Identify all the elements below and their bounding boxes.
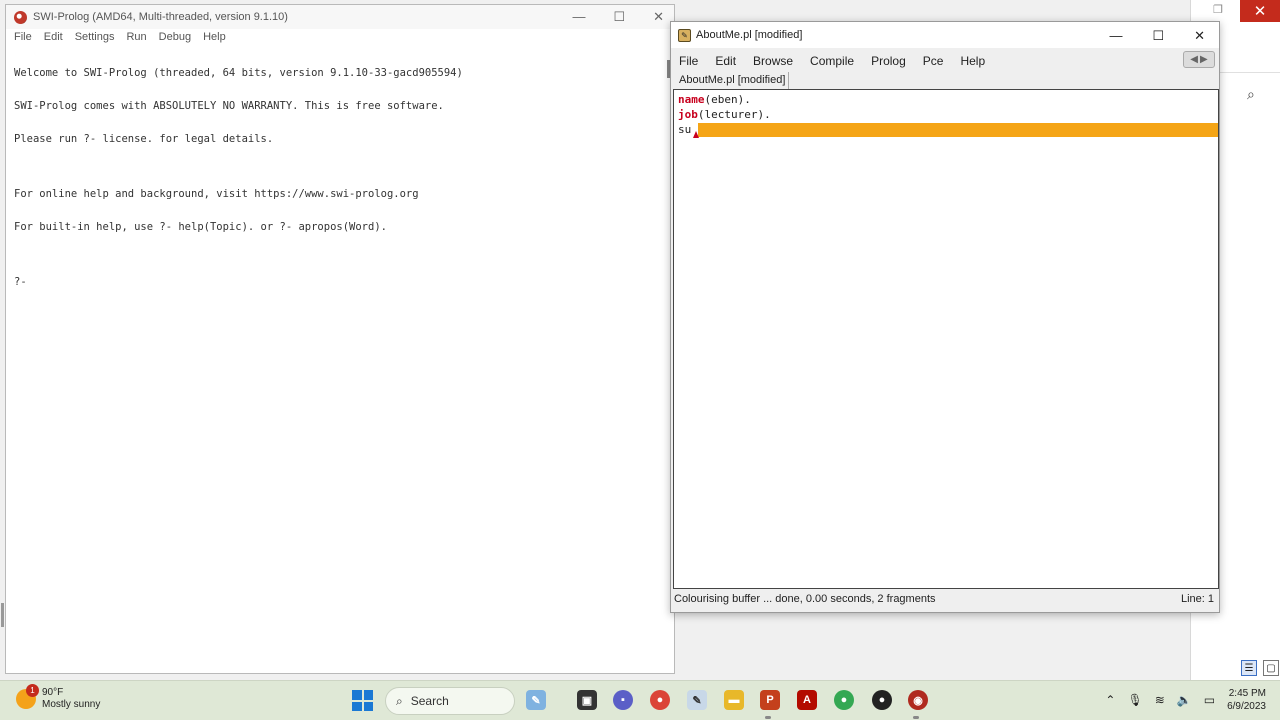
task-view-icon[interactable]: ▣ bbox=[577, 690, 597, 710]
acrobat-icon[interactable]: A bbox=[797, 690, 817, 710]
wifi-icon[interactable]: ≋ bbox=[1155, 693, 1165, 707]
chrome-profile-icon[interactable]: ● bbox=[834, 690, 854, 710]
swi-prolog-taskbar-icon[interactable]: ◉ bbox=[908, 690, 928, 710]
resize-handle[interactable] bbox=[1, 603, 4, 627]
editor-window-controls: — ☐ ✕ bbox=[1109, 28, 1205, 44]
line-indicator: Line: 1 bbox=[1180, 593, 1214, 605]
clock-date: 6/9/2023 bbox=[1227, 701, 1266, 712]
powerpoint-icon[interactable]: P bbox=[760, 690, 780, 710]
menu-file[interactable]: File bbox=[679, 54, 698, 68]
prolog-console-window: SWI-Prolog (AMD64, Multi-threaded, versi… bbox=[1, 4, 675, 674]
menu-run[interactable]: Run bbox=[126, 31, 146, 43]
menu-debug[interactable]: Debug bbox=[159, 31, 191, 43]
back-arrow-icon[interactable]: ◀ bbox=[1190, 54, 1198, 65]
close-icon[interactable]: ✕ bbox=[653, 9, 664, 25]
taskbar: 1 90°F Mostly sunny ⌕ Search ✎ ▣ ▪ ● ✎ ▬… bbox=[0, 680, 1280, 720]
menu-file[interactable]: File bbox=[14, 31, 32, 43]
weather-temp: 90°F bbox=[42, 687, 64, 698]
battery-icon[interactable]: ▭ bbox=[1204, 693, 1215, 707]
console-menubar: File Edit Settings Run Debug Help bbox=[6, 29, 674, 45]
menu-compile[interactable]: Compile bbox=[810, 54, 854, 68]
menu-help[interactable]: Help bbox=[960, 54, 985, 68]
menu-settings[interactable]: Settings bbox=[75, 31, 115, 43]
weather-widget[interactable]: 1 90°F Mostly sunny bbox=[16, 684, 101, 711]
console-title: SWI-Prolog (AMD64, Multi-threaded, versi… bbox=[33, 11, 288, 23]
details-view-icon[interactable]: ☰ bbox=[1241, 660, 1257, 676]
console-line: Please run ?- license. for legal details… bbox=[14, 133, 274, 145]
maximize-icon[interactable]: ☐ bbox=[1152, 28, 1164, 44]
sun-icon: 1 bbox=[16, 684, 39, 709]
pce-editor-icon: ✎ bbox=[678, 28, 691, 42]
code-line-current: su bbox=[678, 122, 1218, 138]
chrome-icon[interactable]: ● bbox=[650, 690, 670, 710]
code-editor[interactable]: name(eben). job(lecturer). su bbox=[673, 89, 1219, 589]
menu-edit[interactable]: Edit bbox=[715, 54, 736, 68]
code-line: job(lecturer). bbox=[678, 107, 1214, 122]
weather-desc: Mostly sunny bbox=[42, 699, 101, 710]
code-rest: (lecturer). bbox=[697, 108, 771, 121]
folder-icon[interactable]: ▬ bbox=[724, 690, 744, 710]
editor-menubar: File Edit Browse Compile Prolog Pce Help bbox=[671, 50, 1219, 72]
console-window-controls: — ☐ ✕ bbox=[572, 9, 664, 25]
code-rest: (eben). bbox=[704, 93, 751, 106]
search-label: Search bbox=[410, 694, 449, 708]
close-icon[interactable]: ✕ bbox=[1194, 28, 1205, 44]
windows-start-icon[interactable] bbox=[352, 690, 373, 711]
menu-pce[interactable]: Pce bbox=[923, 54, 944, 68]
chevron-up-icon[interactable]: ⌃ bbox=[1105, 693, 1115, 707]
volume-icon[interactable]: 🔈 bbox=[1177, 693, 1192, 707]
console-prompt[interactable]: ?- bbox=[14, 277, 666, 288]
menu-edit[interactable]: Edit bbox=[44, 31, 63, 43]
microphone-icon[interactable]: 🎙 bbox=[1127, 693, 1142, 707]
status-bar: Colourising buffer ... done, 0.00 second… bbox=[674, 593, 1214, 605]
syntax-error-highlight bbox=[698, 123, 1218, 137]
maximize-icon[interactable]: ☐ bbox=[613, 9, 625, 25]
editor-title: AboutMe.pl [modified] bbox=[696, 29, 803, 41]
console-line: For built-in help, use ?- help(Topic). o… bbox=[14, 221, 387, 233]
caret-marker bbox=[693, 131, 699, 138]
restore-icon[interactable]: ❐ bbox=[1213, 3, 1223, 16]
notification-badge: 1 bbox=[26, 684, 39, 697]
status-message: Colourising buffer ... done, 0.00 second… bbox=[674, 593, 936, 605]
menu-browse[interactable]: Browse bbox=[753, 54, 793, 68]
taskbar-search[interactable]: ⌕ Search bbox=[385, 687, 515, 715]
search-icon: ⌕ bbox=[396, 693, 403, 708]
pce-editor-window: ✎ AboutMe.pl [modified] — ☐ ✕ File Edit … bbox=[670, 21, 1220, 613]
clock[interactable]: 2:45 PM 6/9/2023 bbox=[1227, 687, 1266, 713]
tiles-view-icon[interactable]: ▢ bbox=[1263, 660, 1279, 676]
notepad-icon[interactable]: ✎ bbox=[687, 690, 707, 710]
close-button[interactable]: ✕ bbox=[1240, 0, 1280, 22]
recorder-icon[interactable]: ● bbox=[872, 690, 892, 710]
system-tray: ⌃ 🎙 ≋ 🔈 ▭ 2:45 PM 6/9/2023 bbox=[1105, 687, 1266, 713]
minimize-icon[interactable]: — bbox=[1109, 28, 1122, 44]
minimize-icon[interactable]: — bbox=[572, 9, 585, 25]
console-line: SWI-Prolog comes with ABSOLUTELY NO WARR… bbox=[14, 100, 444, 112]
search-icon[interactable]: ⌕ bbox=[1247, 86, 1255, 103]
console-line: For online help and background, visit ht… bbox=[14, 188, 419, 200]
code-head: job bbox=[678, 108, 698, 121]
active-indicator bbox=[765, 716, 771, 719]
menu-prolog[interactable]: Prolog bbox=[871, 54, 906, 68]
forward-arrow-icon[interactable]: ▶ bbox=[1200, 54, 1208, 65]
view-buttons: ☰ ▢ bbox=[1241, 660, 1279, 676]
active-indicator bbox=[913, 716, 919, 719]
code-line: name(eben). bbox=[678, 92, 1214, 107]
code-rest: su bbox=[678, 123, 692, 136]
console-line: Welcome to SWI-Prolog (threaded, 64 bits… bbox=[14, 67, 463, 79]
swi-prolog-icon bbox=[14, 10, 27, 24]
tab-aboutme[interactable]: AboutMe.pl [modified] bbox=[676, 72, 790, 89]
clock-time: 2:45 PM bbox=[1228, 688, 1266, 699]
history-nav[interactable]: ◀ ▶ bbox=[1183, 51, 1215, 68]
chat-app-icon[interactable]: ✎ bbox=[526, 690, 546, 710]
console-output[interactable]: Welcome to SWI-Prolog (threaded, 64 bits… bbox=[6, 45, 674, 311]
code-head: name bbox=[678, 93, 705, 106]
menu-help[interactable]: Help bbox=[203, 31, 226, 43]
teams-icon[interactable]: ▪ bbox=[613, 690, 633, 710]
